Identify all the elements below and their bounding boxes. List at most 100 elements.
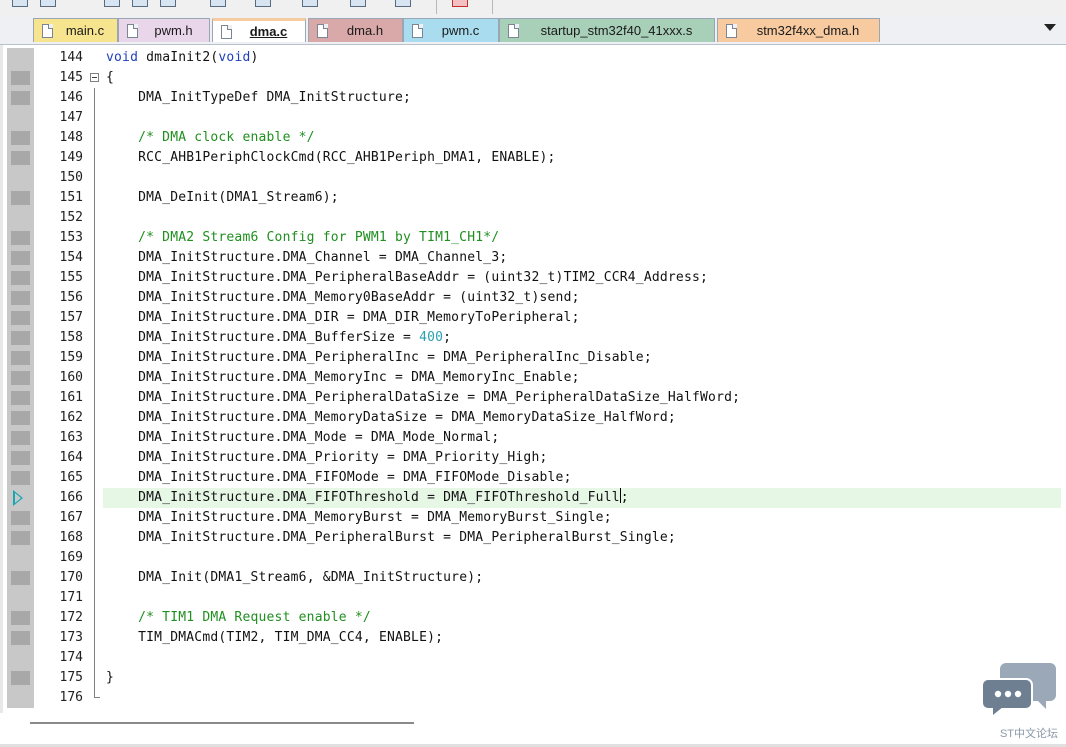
code-area[interactable]: DMA_Init(DMA1_Stream6, &DMA_InitStructur… (103, 568, 1061, 588)
breakpoint-gutter[interactable] (7, 328, 34, 348)
breakpoint-gutter[interactable] (7, 488, 34, 508)
tab-stm32f4xx-dma-h[interactable]: stm32f4xx_dma.h (717, 18, 880, 42)
code-line[interactable]: 169 (3, 548, 1066, 568)
code-area[interactable] (103, 688, 1061, 708)
toolbar-icon[interactable] (132, 0, 148, 7)
toolbar-icon[interactable] (210, 0, 226, 7)
tab-startup-s[interactable]: startup_stm32f40_41xxx.s (499, 18, 715, 42)
code-area[interactable]: DMA_InitStructure.DMA_Channel = DMA_Chan… (103, 248, 1061, 268)
code-line[interactable]: 154 DMA_InitStructure.DMA_Channel = DMA_… (3, 248, 1066, 268)
code-area[interactable]: DMA_InitStructure.DMA_BufferSize = 400; (103, 328, 1061, 348)
code-line[interactable]: 147 (3, 108, 1066, 128)
code-area[interactable] (103, 168, 1061, 188)
code-line[interactable]: 165 DMA_InitStructure.DMA_FIFOMode = DMA… (3, 468, 1066, 488)
code-line[interactable]: 152 (3, 208, 1066, 228)
breakpoint-gutter[interactable] (7, 548, 34, 568)
code-area[interactable]: DMA_InitStructure.DMA_PeripheralInc = DM… (103, 348, 1061, 368)
breakpoint-gutter[interactable] (7, 468, 34, 488)
toolbar-icon[interactable] (350, 0, 366, 7)
breakpoint-gutter[interactable] (7, 668, 34, 688)
code-area[interactable] (103, 108, 1061, 128)
code-area[interactable]: } (103, 668, 1061, 688)
code-line[interactable]: 175} (3, 668, 1066, 688)
code-line[interactable]: 161 DMA_InitStructure.DMA_PeripheralData… (3, 388, 1066, 408)
breakpoint-gutter[interactable] (7, 88, 34, 108)
scrollbar-thumb[interactable] (30, 722, 414, 724)
fold-gutter[interactable] (89, 68, 101, 88)
code-line[interactable]: 174 (3, 648, 1066, 668)
breakpoint-gutter[interactable] (7, 288, 34, 308)
code-area[interactable]: DMA_InitStructure.DMA_Priority = DMA_Pri… (103, 448, 1061, 468)
code-area[interactable] (103, 648, 1061, 668)
breakpoint-gutter[interactable] (7, 108, 34, 128)
code-line[interactable]: 167 DMA_InitStructure.DMA_MemoryBurst = … (3, 508, 1066, 528)
code-area[interactable]: DMA_InitStructure.DMA_MemoryInc = DMA_Me… (103, 368, 1061, 388)
code-line[interactable]: 153 /* DMA2 Stream6 Config for PWM1 by T… (3, 228, 1066, 248)
code-area[interactable]: TIM_DMACmd(TIM2, TIM_DMA_CC4, ENABLE); (103, 628, 1061, 648)
breakpoint-gutter[interactable] (7, 508, 34, 528)
toolbar-icon[interactable] (104, 0, 120, 7)
code-area[interactable]: /* TIM1 DMA Request enable */ (103, 608, 1061, 628)
code-line[interactable]: 159 DMA_InitStructure.DMA_PeripheralInc … (3, 348, 1066, 368)
code-line[interactable]: 168 DMA_InitStructure.DMA_PeripheralBurs… (3, 528, 1066, 548)
code-area[interactable]: DMA_InitTypeDef DMA_InitStructure; (103, 88, 1061, 108)
code-line[interactable]: 155 DMA_InitStructure.DMA_PeripheralBase… (3, 268, 1066, 288)
breakpoint-gutter[interactable] (7, 448, 34, 468)
code-line[interactable]: 151 DMA_DeInit(DMA1_Stream6); (3, 188, 1066, 208)
code-area[interactable]: void dmaInit2(void) (103, 48, 1061, 68)
code-line[interactable]: 145 { (3, 68, 1066, 88)
code-area[interactable] (103, 548, 1061, 568)
breakpoint-gutter[interactable] (7, 268, 34, 288)
breakpoint-gutter[interactable] (7, 588, 34, 608)
code-area[interactable]: DMA_InitStructure.DMA_Memory0BaseAddr = … (103, 288, 1061, 308)
breakpoint-gutter[interactable] (7, 368, 34, 388)
code-area[interactable]: DMA_InitStructure.DMA_DIR = DMA_DIR_Memo… (103, 308, 1061, 328)
code-line[interactable]: 170 DMA_Init(DMA1_Stream6, &DMA_InitStru… (3, 568, 1066, 588)
breakpoint-gutter[interactable] (7, 228, 34, 248)
breakpoint-gutter[interactable] (7, 128, 34, 148)
breakpoint-gutter[interactable] (7, 348, 34, 368)
breakpoint-gutter[interactable] (7, 568, 34, 588)
breakpoint-gutter[interactable] (7, 388, 34, 408)
code-line[interactable]: 171 (3, 588, 1066, 608)
breakpoint-gutter[interactable] (7, 308, 34, 328)
toolbar-icon[interactable] (160, 0, 176, 7)
code-line[interactable]: 176 (3, 688, 1066, 708)
close-icon[interactable] (452, 0, 468, 7)
code-line[interactable]: 166 DMA_InitStructure.DMA_FIFOThreshold … (3, 488, 1066, 508)
code-line[interactable]: 157 DMA_InitStructure.DMA_DIR = DMA_DIR_… (3, 308, 1066, 328)
code-line[interactable]: 144 void dmaInit2(void) (3, 48, 1066, 68)
toolbar-icon[interactable] (302, 0, 318, 7)
breakpoint-gutter[interactable] (7, 608, 34, 628)
breakpoint-gutter[interactable] (7, 168, 34, 188)
tab-dma-c[interactable]: dma.c (212, 18, 306, 42)
code-area[interactable]: DMA_InitStructure.DMA_PeripheralBurst = … (103, 528, 1061, 548)
tab-pwm-c[interactable]: pwm.c (403, 18, 499, 42)
code-area[interactable]: DMA_InitStructure.DMA_FIFOMode = DMA_FIF… (103, 468, 1061, 488)
horizontal-scrollbar[interactable] (0, 713, 1066, 747)
breakpoint-gutter[interactable] (7, 688, 34, 708)
code-line[interactable]: 163 DMA_InitStructure.DMA_Mode = DMA_Mod… (3, 428, 1066, 448)
chevron-down-icon[interactable] (1044, 24, 1056, 31)
breakpoint-gutter[interactable] (7, 648, 34, 668)
code-area[interactable]: DMA_InitStructure.DMA_MemoryDataSize = D… (103, 408, 1061, 428)
breakpoint-gutter[interactable] (7, 48, 34, 68)
tab-main-c[interactable]: main.c (33, 18, 118, 42)
code-area[interactable]: DMA_InitStructure.DMA_PeripheralBaseAddr… (103, 268, 1061, 288)
code-area[interactable]: DMA_InitStructure.DMA_MemoryBurst = DMA_… (103, 508, 1061, 528)
toolbar-icon[interactable] (12, 0, 28, 7)
breakpoint-gutter[interactable] (7, 408, 34, 428)
code-area[interactable] (103, 588, 1061, 608)
breakpoint-gutter[interactable] (7, 188, 34, 208)
toolbar-icon[interactable] (395, 0, 411, 7)
toolbar-icon[interactable] (40, 0, 56, 7)
code-line[interactable]: 164 DMA_InitStructure.DMA_Priority = DMA… (3, 448, 1066, 468)
code-line[interactable]: 150 (3, 168, 1066, 188)
tab-dma-h[interactable]: dma.h (308, 18, 403, 42)
breakpoint-gutter[interactable] (7, 528, 34, 548)
breakpoint-gutter[interactable] (7, 428, 34, 448)
code-area[interactable] (103, 208, 1061, 228)
code-line[interactable]: 148 /* DMA clock enable */ (3, 128, 1066, 148)
toolbar-icon[interactable] (255, 0, 271, 7)
code-area[interactable]: RCC_AHB1PeriphClockCmd(RCC_AHB1Periph_DM… (103, 148, 1061, 168)
